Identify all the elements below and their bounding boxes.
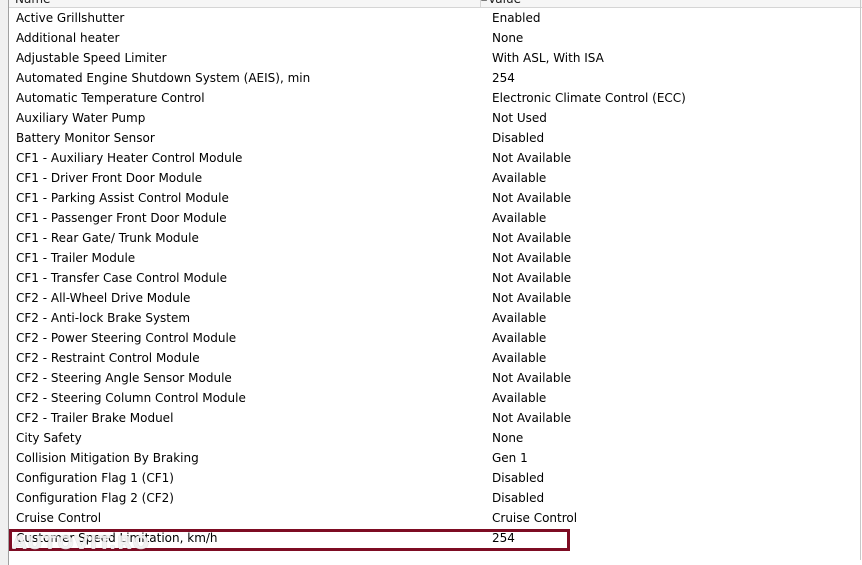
column-header-value[interactable]: Value bbox=[482, 0, 862, 8]
table-row[interactable]: Additional heater None bbox=[9, 28, 860, 48]
row-name: Automatic Temperature Control bbox=[16, 91, 205, 105]
table-row[interactable]: Cruise Control Cruise Control bbox=[9, 508, 860, 528]
row-name: Customer Speed Limitation, km/h bbox=[16, 531, 218, 545]
row-value: Available bbox=[492, 351, 547, 365]
table-row[interactable]: CF1 - Trailer Module Not Available bbox=[9, 248, 860, 268]
left-border bbox=[0, 0, 9, 565]
table-row[interactable]: CF1 - Auxiliary Heater Control Module Not… bbox=[9, 148, 860, 168]
row-name: CF1 - Rear Gate/ Trunk Module bbox=[16, 231, 199, 245]
row-value: None bbox=[492, 431, 524, 445]
row-name: Automated Engine Shutdown System (AEIS),… bbox=[16, 71, 311, 85]
row-value: Not Available bbox=[492, 411, 572, 425]
row-name: CF1 - Transfer Case Control Module bbox=[16, 271, 227, 285]
row-name: CF2 - Trailer Brake Moduel bbox=[16, 411, 174, 425]
row-name: CF2 - Anti-lock Brake System bbox=[16, 311, 191, 325]
row-name: Configuration Flag 1 (CF1) bbox=[16, 471, 174, 485]
table-row[interactable]: CF2 - Restraint Control Module Available bbox=[9, 348, 860, 368]
row-name: CF2 - Restraint Control Module bbox=[16, 351, 200, 365]
table-header: Name ▲ Value bbox=[9, 0, 862, 8]
table-row[interactable]: City Safety None bbox=[9, 428, 860, 448]
table-row[interactable]: Battery Monitor Sensor Disabled bbox=[9, 128, 860, 148]
row-name: Cruise Control bbox=[16, 511, 102, 525]
row-value: Disabled bbox=[492, 491, 545, 505]
row-value: Not Available bbox=[492, 371, 572, 385]
row-name: CF1 - Passenger Front Door Module bbox=[16, 211, 227, 225]
row-value: Not Available bbox=[492, 191, 572, 205]
row-name: CF1 - Auxiliary Heater Control Module bbox=[16, 151, 243, 165]
row-value: Enabled bbox=[492, 11, 541, 25]
table-row[interactable]: CF1 - Rear Gate/ Trunk Module Not Availab… bbox=[9, 228, 860, 248]
table-row[interactable]: Customer Speed Limitation, km/h 254 bbox=[9, 528, 860, 548]
row-name: Additional heater bbox=[16, 31, 120, 45]
row-name: CF1 - Trailer Module bbox=[16, 251, 136, 265]
properties-window: Name ▲ Value Active Grillshutter Enabled … bbox=[0, 0, 862, 565]
row-value: Not Used bbox=[492, 111, 547, 125]
table-row[interactable]: CF1 - Parking Assist Control Module Not A… bbox=[9, 188, 860, 208]
row-value: Disabled bbox=[492, 131, 545, 145]
row-value: Available bbox=[492, 391, 547, 405]
row-value: Cruise Control bbox=[492, 511, 578, 525]
row-name: CF2 - All-Wheel Drive Module bbox=[16, 291, 191, 305]
row-name: Configuration Flag 2 (CF2) bbox=[16, 491, 174, 505]
table-row[interactable]: CF1 - Passenger Front Door Module Availab… bbox=[9, 208, 860, 228]
table-row[interactable]: Active Grillshutter Enabled bbox=[9, 8, 860, 28]
row-value: Not Available bbox=[492, 231, 572, 245]
column-header-name[interactable]: Name bbox=[9, 0, 481, 8]
right-border bbox=[860, 0, 861, 560]
row-value: Available bbox=[492, 331, 547, 345]
table-row[interactable]: CF2 - All-Wheel Drive Module Not Availabl… bbox=[9, 288, 860, 308]
row-name: CF2 - Power Steering Control Module bbox=[16, 331, 237, 345]
row-value: Disabled bbox=[492, 471, 545, 485]
row-name: Active Grillshutter bbox=[16, 11, 125, 25]
row-value: Not Available bbox=[492, 291, 572, 305]
table-row[interactable]: Auxiliary Water Pump Not Used bbox=[9, 108, 860, 128]
table-row[interactable]: Automatic Temperature Control Electronic … bbox=[9, 88, 860, 108]
property-list: Active Grillshutter Enabled Additional he… bbox=[9, 8, 860, 548]
table-row[interactable]: CF1 - Driver Front Door Module Available bbox=[9, 168, 860, 188]
table-row[interactable]: Configuration Flag 2 (CF2) Disabled bbox=[9, 488, 860, 508]
table-row[interactable]: CF1 - Transfer Case Control Module Not Av… bbox=[9, 268, 860, 288]
row-name: CF1 - Driver Front Door Module bbox=[16, 171, 203, 185]
row-value: Available bbox=[492, 211, 547, 225]
table-row[interactable]: CF2 - Steering Angle Sensor Module Not Av… bbox=[9, 368, 860, 388]
row-value: Available bbox=[492, 171, 547, 185]
row-value: None bbox=[492, 31, 524, 45]
table-row[interactable]: CF2 - Power Steering Control Module Avail… bbox=[9, 328, 860, 348]
row-value: Available bbox=[492, 311, 547, 325]
row-name: Adjustable Speed Limiter bbox=[16, 51, 167, 65]
row-name: Auxiliary Water Pump bbox=[16, 111, 146, 125]
table-row[interactable]: Adjustable Speed Limiter With ASL, With I… bbox=[9, 48, 860, 68]
table-row[interactable]: Configuration Flag 1 (CF1) Disabled bbox=[9, 468, 860, 488]
row-value: 254 bbox=[492, 71, 515, 85]
table-row[interactable]: Automated Engine Shutdown System (AEIS),… bbox=[9, 68, 860, 88]
row-name: Battery Monitor Sensor bbox=[16, 131, 155, 145]
row-name: Collision Mitigation By Braking bbox=[16, 451, 199, 465]
row-value: Electronic Climate Control (ECC) bbox=[492, 91, 686, 105]
row-value: Not Available bbox=[492, 151, 572, 165]
row-value: Not Available bbox=[492, 271, 572, 285]
row-name: CF1 - Parking Assist Control Module bbox=[16, 191, 229, 205]
row-name: City Safety bbox=[16, 431, 82, 445]
table-row[interactable]: CF2 - Steering Column Control Module Avai… bbox=[9, 388, 860, 408]
row-name: CF2 - Steering Angle Sensor Module bbox=[16, 371, 232, 385]
table-row[interactable]: Collision Mitigation By Braking Gen 1 bbox=[9, 448, 860, 468]
row-value: Gen 1 bbox=[492, 451, 528, 465]
table-row[interactable]: CF2 - Trailer Brake Moduel Not Available bbox=[9, 408, 860, 428]
row-value: 254 bbox=[492, 531, 515, 545]
row-name: CF2 - Steering Column Control Module bbox=[16, 391, 246, 405]
row-value: Not Available bbox=[492, 251, 572, 265]
table-row[interactable]: CF2 - Anti-lock Brake System Available bbox=[9, 308, 860, 328]
row-value: With ASL, With ISA bbox=[492, 51, 604, 65]
